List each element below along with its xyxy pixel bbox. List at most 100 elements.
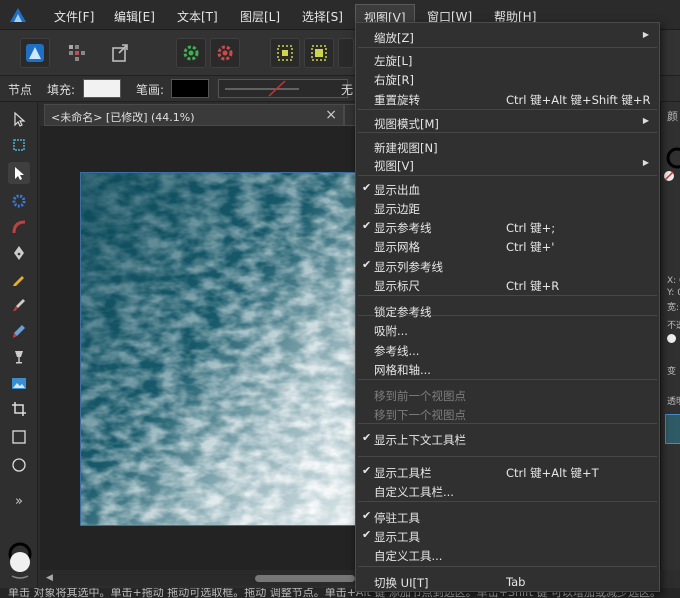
document-tab[interactable]: <未命名> [已修改] (44.1%) × xyxy=(44,104,344,126)
view-menu-item[interactable]: 吸附... xyxy=(356,320,659,339)
view-menu-item[interactable]: 新建视图[N] xyxy=(356,137,659,156)
view-menu-item: 移到前一个视图点 xyxy=(356,385,659,404)
view-menu-item[interactable]: ✔ 显示参考线 Ctrl 键+; xyxy=(356,217,659,236)
view-menu-item[interactable]: ✔ 显示列参考线 xyxy=(356,256,659,275)
view-menu-item[interactable]: 网格和轴... xyxy=(356,359,659,378)
pencil-icon xyxy=(13,276,24,286)
layer-thumbnail[interactable] xyxy=(665,414,680,444)
menu-item-label: 显示工具栏 xyxy=(374,466,432,480)
color-wheel-icon xyxy=(664,147,680,181)
brush-icon xyxy=(13,299,25,311)
menu-separator xyxy=(358,456,657,457)
snapping-toggle-button[interactable] xyxy=(176,38,206,68)
view-menu-item[interactable]: 锁定参考线 xyxy=(356,301,659,320)
view-menu-item[interactable]: 切换 UI[T] Tab xyxy=(356,572,659,591)
menu-file[interactable]: 文件[F] xyxy=(54,8,94,25)
checkmark-icon: ✔ xyxy=(362,181,372,194)
view-menu-item[interactable]: 参考线... xyxy=(356,340,659,359)
menu-item-label: 左旋[L] xyxy=(374,54,413,68)
view-menu-item[interactable]: 视图模式[M] ▶ xyxy=(356,113,659,132)
color-panel-tab[interactable]: 颜 xyxy=(667,108,678,124)
align-button-2[interactable] xyxy=(304,38,334,68)
menu-layer[interactable]: 图层[L] xyxy=(240,8,280,25)
vector-brush-tool[interactable] xyxy=(8,294,30,316)
scrollbar-thumb[interactable] xyxy=(255,575,355,582)
view-menu-item[interactable]: 自定义工具... xyxy=(356,545,659,564)
scroll-left-icon[interactable]: ◀ xyxy=(46,573,53,583)
view-menu-item[interactable]: ✔ 停驻工具 xyxy=(356,507,659,526)
rectangle-tool[interactable] xyxy=(8,426,30,448)
stroke-swatch[interactable] xyxy=(171,79,209,98)
view-menu-item[interactable]: 重置旋转 Ctrl 键+Alt 键+Shift 键+R xyxy=(356,89,659,108)
ellipse-icon xyxy=(12,458,26,472)
align-button-1[interactable] xyxy=(270,38,300,68)
close-icon[interactable]: × xyxy=(325,107,337,123)
stroke-none-label: 无 xyxy=(341,83,354,97)
menu-text[interactable]: 文本[T] xyxy=(177,8,218,25)
export-persona-button[interactable] xyxy=(106,38,136,68)
transform-w-label: 宽: 92 xyxy=(667,303,680,313)
menu-item-label: 显示上下文工具栏 xyxy=(374,433,466,447)
view-menu-item[interactable]: 缩放[Z] ▶ xyxy=(356,27,659,46)
menu-separator xyxy=(358,566,657,567)
fill-swatch[interactable] xyxy=(83,79,121,98)
align-button-3[interactable] xyxy=(338,38,354,68)
fill-tool[interactable] xyxy=(8,320,30,342)
move-tool[interactable] xyxy=(8,108,30,130)
menu-item-label: 显示参考线 xyxy=(374,221,432,235)
menu-item-shortcut: Ctrl 键+Alt 键+T xyxy=(506,466,599,480)
view-menu-item[interactable]: 右旋[R] xyxy=(356,69,659,88)
menu-item-label: 移到下一个视图点 xyxy=(374,408,466,422)
document-title: <未命名> [已修改] (44.1%) xyxy=(51,111,195,124)
menu-item-label: 自定义工具... xyxy=(374,549,443,563)
view-menu-item[interactable]: 视图[V] ▶ xyxy=(356,155,659,174)
view-menu-item[interactable]: 显示边距 xyxy=(356,198,659,217)
place-image-tool[interactable] xyxy=(8,372,30,394)
menu-edit[interactable]: 编辑[E] xyxy=(114,8,155,25)
view-menu-item[interactable]: 自定义工具栏... xyxy=(356,481,659,500)
pixel-persona-button[interactable] xyxy=(62,38,92,68)
view-menu-item[interactable]: 左旋[L] xyxy=(356,50,659,69)
menu-select[interactable]: 选择[S] xyxy=(302,8,343,25)
app-logo-icon[interactable] xyxy=(8,6,28,24)
ellipse-tool[interactable] xyxy=(8,454,30,476)
gradient-brush-icon xyxy=(13,325,25,338)
color-swatches[interactable] xyxy=(8,542,32,582)
point-transform-tool[interactable] xyxy=(8,190,30,212)
transform-panel-tab[interactable]: 变 xyxy=(667,364,676,377)
menu-separator xyxy=(358,501,657,502)
view-menu-item[interactable]: ✔ 显示出血 xyxy=(356,179,659,198)
node-pointer-icon xyxy=(15,167,24,180)
checkmark-icon: ✔ xyxy=(362,258,372,271)
ocean-image[interactable] xyxy=(80,172,356,526)
gear-green-icon xyxy=(183,45,199,61)
snapping-options-button[interactable] xyxy=(210,38,240,68)
view-menu-item[interactable]: 显示网格 Ctrl 键+' xyxy=(356,236,659,255)
export-persona-icon xyxy=(112,44,128,62)
designer-persona-button[interactable] xyxy=(20,38,50,68)
view-menu-item[interactable]: ✔ 显示工具 xyxy=(356,526,659,545)
node-tool[interactable] xyxy=(8,162,30,184)
designer-persona-icon xyxy=(26,44,44,62)
tools-panel: » xyxy=(0,102,38,590)
pen-tool[interactable] xyxy=(8,242,30,264)
view-menu-item[interactable]: 显示标尺 Ctrl 键+R xyxy=(356,275,659,294)
corner-tool[interactable] xyxy=(8,216,30,238)
menu-separator xyxy=(358,295,657,296)
transparency-tool[interactable] xyxy=(8,346,30,368)
view-menu-item[interactable]: ✔ 显示上下文工具栏 xyxy=(356,429,659,448)
pencil-tool[interactable] xyxy=(8,268,30,290)
opacity-slider-handle[interactable] xyxy=(667,334,676,343)
view-menu-item[interactable]: ✔ 显示工具栏 Ctrl 键+Alt 键+T xyxy=(356,462,659,481)
submenu-arrow-icon: ▶ xyxy=(642,116,649,125)
menu-separator xyxy=(358,423,657,424)
menu-item-label: 显示出血 xyxy=(374,183,420,197)
more-tools-icon[interactable]: » xyxy=(8,490,30,512)
submenu-arrow-icon: ▶ xyxy=(642,158,649,167)
crop-tool[interactable] xyxy=(8,398,30,420)
fill-label: 填充: xyxy=(47,83,76,97)
menu-item-label: 视图[V] xyxy=(374,159,414,173)
artboard-tool[interactable] xyxy=(8,134,30,156)
menu-item-label: 视图模式[M] xyxy=(374,117,439,131)
stroke-style-field[interactable] xyxy=(218,79,348,98)
